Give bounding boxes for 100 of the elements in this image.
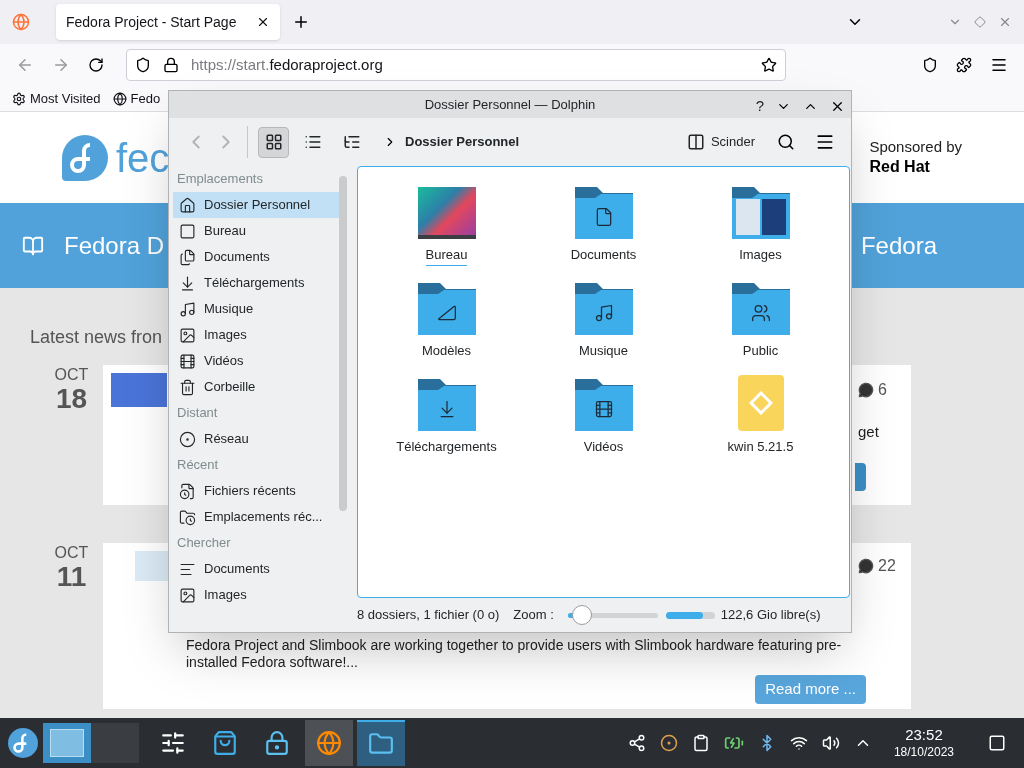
- comment-count: 22: [878, 556, 896, 576]
- file-clock-icon: [179, 482, 196, 500]
- file-item[interactable]: Public: [682, 279, 839, 375]
- sidebar-item[interactable]: Documents: [173, 556, 339, 582]
- zoom-label: Zoom :: [513, 606, 554, 625]
- file-item[interactable]: Téléchargements: [368, 375, 525, 471]
- music-folder-icon: [574, 283, 633, 335]
- globe-icon: [112, 91, 127, 106]
- file-item[interactable]: Musique: [525, 279, 682, 375]
- lock-icon: [264, 730, 290, 756]
- clock-date: 18/10/2023: [893, 744, 954, 760]
- volume-icon[interactable]: [821, 734, 840, 752]
- sidebar-heading: Chercher: [176, 534, 232, 553]
- sidebar-item[interactable]: Images: [173, 322, 339, 348]
- back-icon[interactable]: [16, 56, 34, 74]
- browser-tab[interactable]: Fedora Project - Start Page: [56, 4, 280, 40]
- file-item[interactable]: Images: [682, 183, 839, 279]
- reload-icon[interactable]: [88, 57, 104, 73]
- date-day: 11: [56, 563, 87, 591]
- music-note-icon: [179, 300, 196, 318]
- book-icon: [22, 234, 44, 257]
- share-icon[interactable]: [627, 734, 646, 752]
- fedora-logo-icon: [62, 134, 108, 181]
- split-view-icon: [686, 133, 705, 151]
- sidebar-item[interactable]: Fichiers récents: [173, 478, 339, 504]
- sidebar-item[interactable]: Téléchargements: [173, 270, 339, 296]
- shield-icon: [135, 57, 151, 73]
- date-day: 18: [55, 385, 88, 413]
- date-month: OCT: [54, 365, 89, 385]
- picture-icon: [179, 326, 196, 344]
- sponsor-name: Red Hat: [869, 156, 931, 177]
- banner-title: Fedora D: [64, 230, 165, 261]
- view-mode-button[interactable]: [258, 126, 289, 158]
- sidebar-item[interactable]: Documents: [173, 244, 339, 270]
- status-text: 8 dossiers, 1 fichier (0 o): [357, 606, 500, 625]
- logo-text: fec: [116, 137, 170, 178]
- sidebar-item[interactable]: Bureau: [173, 218, 339, 244]
- sidebar-heading: Emplacements: [176, 170, 264, 189]
- menu-icon[interactable]: [815, 132, 835, 152]
- file-item[interactable]: Modèles: [368, 279, 525, 375]
- bookmark-link[interactable]: Most Visited: [12, 88, 101, 109]
- folder-icon: [368, 731, 394, 757]
- menu-icon[interactable]: [990, 56, 1008, 74]
- file-item[interactable]: kwin 5.21.5: [682, 375, 839, 471]
- new-tab-icon[interactable]: [292, 13, 310, 31]
- sidebar-item[interactable]: Musique: [173, 296, 339, 322]
- sidebar-item[interactable]: Images: [173, 582, 339, 608]
- picture-folder-icon: [731, 187, 790, 239]
- address-bar[interactable]: https://start.fedoraproject.org: [126, 49, 786, 81]
- documents-icon: [179, 248, 196, 266]
- sidebar-item[interactable]: Vidéos: [173, 348, 339, 374]
- templates-folder-icon: [417, 283, 476, 335]
- sidebar-heading: Distant: [176, 404, 219, 423]
- breadcrumb-item[interactable]: Dossier Personnel: [405, 132, 520, 152]
- public-folder-icon: [731, 283, 790, 335]
- folder-clock-icon: [179, 508, 196, 526]
- url-text: https://start.fedoraproject.org: [191, 54, 383, 75]
- sliders-icon: [160, 730, 186, 756]
- banner-title: Fedora: [860, 230, 937, 261]
- news-heading: Latest news fron: [30, 327, 163, 347]
- square-icon: [179, 222, 196, 240]
- wifi-icon[interactable]: [789, 734, 808, 752]
- forward-icon[interactable]: [52, 56, 70, 74]
- sponsor-label: Sponsored by: [869, 138, 962, 157]
- file-item[interactable]: Vidéos: [525, 375, 682, 471]
- bookmark-star-icon[interactable]: [761, 57, 777, 73]
- file-item[interactable]: Bureau: [368, 183, 525, 279]
- clipboard-icon[interactable]: [691, 734, 710, 752]
- tree-list-icon: [342, 133, 361, 151]
- comment-count: 6: [878, 380, 887, 400]
- home-icon: [179, 196, 196, 214]
- show-desktop-icon[interactable]: [988, 734, 1006, 752]
- split-button[interactable]: Scinder: [686, 132, 755, 152]
- videos-folder-icon: [574, 379, 633, 431]
- help-button[interactable]: ?: [755, 95, 764, 118]
- close-icon[interactable]: [256, 15, 270, 29]
- date-month: OCT: [54, 543, 89, 563]
- extensions-icon[interactable]: [956, 57, 972, 73]
- fedora-logo-icon[interactable]: [8, 728, 38, 758]
- film-icon: [179, 352, 196, 370]
- comment-icon: [858, 558, 874, 574]
- comment-icon: [858, 382, 874, 398]
- file-item[interactable]: Documents: [525, 183, 682, 279]
- zoom-slider[interactable]: [567, 605, 658, 625]
- network-icon: [179, 430, 196, 448]
- trash-icon: [179, 378, 196, 396]
- downloads-folder-icon: [417, 379, 476, 431]
- disk-usage-bar: [665, 611, 715, 619]
- sidebar-item[interactable]: Dossier Personnel: [173, 192, 339, 218]
- grid-icon: [264, 133, 283, 151]
- photo-placeholder: [111, 373, 167, 407]
- list-icon: [303, 133, 322, 151]
- sidebar-item[interactable]: Réseau: [173, 426, 339, 452]
- sidebar-item[interactable]: Emplacements réc...: [173, 504, 339, 530]
- search-icon[interactable]: [777, 133, 795, 151]
- bookmark-link[interactable]: Fedo: [112, 88, 161, 109]
- sidebar-item[interactable]: Corbeille: [173, 374, 339, 400]
- sidebar-heading: Récent: [176, 456, 220, 475]
- excerpt-text: get: [858, 422, 880, 442]
- excerpt-text: Fedora Project and Slimbook are working together to provide users with Slimbook hardware featuring pre-installed Fedora software!...: [186, 637, 843, 671]
